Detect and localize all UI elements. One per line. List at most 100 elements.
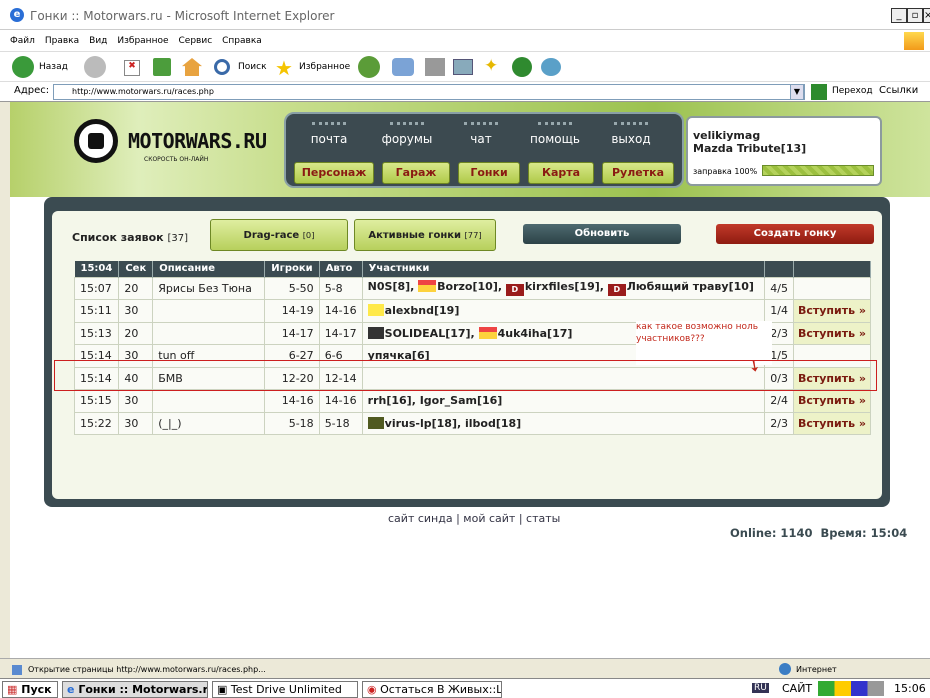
history-icon[interactable]: [358, 56, 380, 78]
player-link[interactable]: alexbnd[19]: [385, 304, 460, 317]
footer-link-my-site[interactable]: мой сайт: [463, 512, 515, 525]
close-button[interactable]: ×: [923, 8, 930, 23]
tray-icons[interactable]: [818, 681, 884, 696]
username[interactable]: velikiymag: [693, 129, 760, 142]
join-button[interactable]: Вступить »: [792, 321, 872, 345]
tab-requests[interactable]: Список заявок [37]: [72, 231, 188, 244]
maximize-button[interactable]: ▫: [907, 8, 923, 23]
col-players: Игроки: [264, 261, 320, 277]
player-link[interactable]: kirxfiles[19],: [525, 280, 608, 293]
menu-edit[interactable]: Правка: [45, 36, 79, 46]
nav-chat[interactable]: чат: [446, 122, 516, 146]
player-link[interactable]: N0S[8],: [368, 280, 419, 293]
lang-indicator[interactable]: RU: [752, 683, 769, 693]
cell-players: 14-17: [264, 321, 320, 345]
user-car[interactable]: Mazda Tribute[13]: [693, 142, 806, 155]
footer-separator: |: [518, 512, 523, 525]
user-panel: velikiymag Mazda Tribute[13] заправка 10…: [686, 116, 882, 186]
cell-players: 5-50: [264, 276, 320, 300]
table-row: 15:15 30 14-16 14-16 rrh[16], Igor_Sam[16] …: [73, 389, 872, 413]
refresh-button[interactable]: Обновить: [523, 224, 681, 244]
nav-exit[interactable]: выход: [596, 122, 666, 146]
stop-icon[interactable]: ✖: [124, 60, 140, 76]
go-button[interactable]: Переход: [832, 86, 873, 96]
forward-arrow-icon[interactable]: [84, 56, 106, 78]
menu-file[interactable]: Файл: [10, 36, 35, 46]
server-time: Время: 15:04: [820, 526, 908, 540]
can-team-icon: [418, 280, 437, 293]
links-button[interactable]: Ссылки: [879, 85, 918, 96]
windows-flag-icon: ▦: [7, 683, 18, 696]
minimize-button[interactable]: _: [891, 8, 907, 23]
join-button[interactable]: Вступить »: [792, 299, 872, 323]
player-link[interactable]: SOLIDEAL[17],: [385, 327, 479, 340]
cell-sec: 30: [118, 299, 154, 323]
logo-emblem-icon: [74, 119, 118, 163]
menu-favorites[interactable]: Избранное: [117, 36, 168, 46]
add-favorite-icon[interactable]: ✦: [484, 56, 498, 76]
edit-icon[interactable]: [453, 59, 473, 75]
nav-roulette-button[interactable]: Рулетка: [602, 162, 674, 184]
web-page: MOTORWARS.RU СКОРОСТЬ ОН-ЛАЙН почта фору…: [10, 102, 930, 658]
back-arrow-icon[interactable]: [12, 56, 34, 78]
nav-mail[interactable]: почта: [294, 122, 364, 146]
main-navigation: почта форумы чат помощь выход Персонаж Г…: [284, 112, 684, 188]
col-description: Описание: [152, 261, 266, 277]
col-count: [764, 261, 794, 277]
app-task-icon: ▣: [217, 683, 228, 696]
annotation-highlight-box: [54, 360, 877, 391]
messenger-icon[interactable]: [541, 58, 561, 76]
col-sec: Сек: [118, 261, 154, 277]
player-link[interactable]: 4uk4iha[17]: [498, 327, 573, 340]
refresh-icon[interactable]: [153, 58, 171, 76]
requests-count: [37]: [167, 233, 188, 244]
nav-map-button[interactable]: Карта: [528, 162, 594, 184]
address-input[interactable]: http://www.motorwars.ru/races.php: [53, 84, 805, 100]
search-icon[interactable]: [214, 59, 230, 75]
back-label[interactable]: Назад: [39, 62, 68, 72]
task-test-drive[interactable]: ▣ Test Drive Unlimited: [212, 681, 358, 698]
col-participants: Участники: [362, 261, 766, 277]
footer-link-stats[interactable]: статы: [526, 512, 560, 525]
cell-count: 1/4: [764, 299, 794, 323]
home-icon[interactable]: [182, 58, 202, 76]
nav-character-button[interactable]: Персонаж: [294, 162, 374, 184]
create-race-button[interactable]: Создать гонку: [716, 224, 874, 244]
cell-players: 5-18: [264, 411, 320, 435]
join-button[interactable]: Вступить »: [792, 389, 872, 413]
discuss-icon[interactable]: [512, 57, 532, 77]
menu-help[interactable]: Справка: [222, 36, 262, 46]
task-ie[interactable]: e Гонки :: Motorwars.ru...: [62, 681, 208, 698]
nav-garage-button[interactable]: Гараж: [382, 162, 450, 184]
cell-count: 2/4: [764, 389, 794, 413]
col-time: 15:04: [74, 261, 120, 277]
print-icon[interactable]: [425, 58, 445, 76]
nav-help[interactable]: помощь: [520, 122, 590, 146]
player-link[interactable]: Любящий траву[10]: [627, 280, 754, 293]
favorites-star-icon[interactable]: ★: [275, 56, 293, 80]
browser-toolbar: Назад ✖ Поиск ★ Избранное ✦: [0, 52, 930, 82]
player-link[interactable]: virus-lp[18], ilbod[18]: [385, 417, 522, 430]
tab-drag-race[interactable]: Drag-race [0]: [210, 219, 348, 251]
nav-races-button[interactable]: Гонки: [458, 162, 520, 184]
taskbar: ▦ Пуск e Гонки :: Motorwars.ru... ▣ Test…: [0, 678, 930, 698]
footer-link-sinda[interactable]: сайт синда: [388, 512, 453, 525]
nav-forums[interactable]: форумы: [372, 122, 442, 146]
cell-desc: Ярисы Без Тюна: [152, 276, 266, 300]
player-link[interactable]: rrh[16], Igor_Sam[16]: [368, 394, 503, 407]
favorites-label[interactable]: Избранное: [299, 62, 350, 72]
cell-auto: 5-18: [318, 411, 363, 435]
cell-auto: 5-8: [318, 276, 363, 300]
tab-active-races[interactable]: Активные гонки [77]: [354, 219, 496, 251]
mail-icon[interactable]: [392, 58, 414, 76]
start-button[interactable]: ▦ Пуск: [2, 681, 58, 698]
address-dropdown-icon[interactable]: ▼: [790, 84, 804, 100]
window-title: Гонки :: Motorwars.ru - Microsoft Intern…: [30, 9, 335, 23]
join-button[interactable]: Вступить »: [792, 411, 872, 435]
search-label[interactable]: Поиск: [238, 62, 267, 72]
go-arrow-icon[interactable]: [811, 84, 827, 100]
menu-view[interactable]: Вид: [89, 36, 107, 46]
menu-tools[interactable]: Сервис: [179, 36, 213, 46]
player-link[interactable]: Borzo[10],: [437, 280, 506, 293]
task-lost[interactable]: ◉ Остаться В Живых::L...: [362, 681, 502, 698]
